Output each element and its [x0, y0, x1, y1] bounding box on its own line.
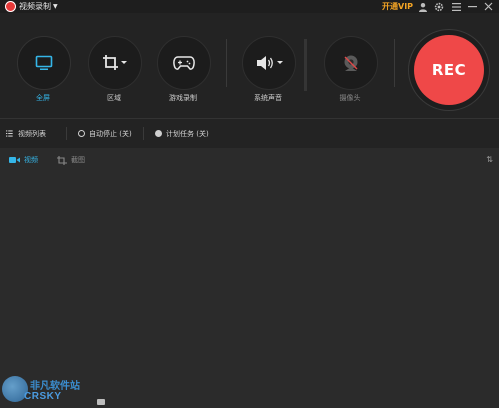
vip-link[interactable]: 开通VIP — [382, 0, 413, 13]
video-icon — [9, 157, 20, 163]
region-button[interactable] — [88, 36, 142, 90]
toolbar-divider — [394, 39, 395, 87]
tab-screenshot-label: 截图 — [71, 156, 85, 164]
watermark-line2: CRSKY — [24, 391, 62, 402]
system-audio-button[interactable] — [242, 36, 296, 90]
user-icon[interactable] — [417, 1, 428, 12]
title-bar: 视频录制 ▼ 开通VIP — [0, 0, 499, 13]
watermark-line1: 非凡软件站 — [30, 381, 80, 392]
rec-button[interactable]: REC — [414, 35, 484, 105]
options-bar: 视频列表 自动停止 (关) 计划任务 (关) — [0, 118, 499, 149]
tab-screenshot[interactable]: 截图 — [57, 155, 85, 165]
monitor-icon — [35, 55, 53, 70]
gamepad-icon — [173, 56, 195, 70]
close-icon[interactable] — [483, 1, 494, 12]
region-label: 区域 — [107, 94, 121, 102]
clock-icon — [77, 130, 85, 138]
mode-dropdown[interactable]: 视频录制 ▼ — [19, 0, 58, 13]
mode-label: 视频录制 — [19, 2, 51, 11]
crop-icon — [103, 55, 127, 70]
options-divider — [66, 127, 67, 140]
tab-video-label: 视频 — [24, 156, 38, 164]
watermark-logo: 非凡软件站 CRSKY — [2, 374, 98, 406]
menu-icon[interactable] — [451, 1, 462, 12]
fullscreen-button[interactable] — [17, 36, 71, 90]
gear-icon[interactable] — [433, 1, 444, 12]
auto-stop-toggle[interactable]: 自动停止 (关) — [77, 119, 132, 148]
schedule-label: 计划任务 (关) — [166, 129, 209, 138]
schedule-toggle[interactable]: 计划任务 (关) — [154, 119, 209, 148]
app-logo — [5, 1, 16, 12]
camera-label: 摄像头 — [339, 94, 361, 102]
chevron-down-icon: ▼ — [53, 3, 58, 10]
system-audio-label: 系统声音 — [254, 94, 282, 102]
game-record-label: 游戏录制 — [169, 94, 197, 102]
video-list-toggle[interactable]: 视频列表 — [6, 119, 46, 148]
toolbar-divider — [226, 39, 227, 87]
speaker-icon — [257, 56, 283, 70]
clock-icon — [154, 130, 162, 138]
toolbar-divider — [304, 39, 307, 91]
minimize-icon[interactable] — [467, 1, 478, 12]
auto-stop-label: 自动停止 (关) — [89, 129, 132, 138]
options-divider — [143, 127, 144, 140]
file-list-area: 视频 截图 ⇅ 非凡软件站 CRSKY — [0, 148, 499, 408]
video-list-label: 视频列表 — [18, 129, 46, 138]
webcam-icon — [344, 55, 358, 71]
game-record-button[interactable] — [157, 36, 211, 90]
camera-button[interactable] — [324, 36, 378, 90]
tab-video[interactable]: 视频 — [9, 155, 38, 165]
crop-icon — [57, 155, 67, 165]
fullscreen-label: 全屏 — [36, 94, 50, 102]
sort-icon[interactable]: ⇅ — [486, 155, 493, 164]
folder-icon[interactable] — [97, 399, 105, 405]
list-icon — [6, 130, 14, 138]
record-toolbar: 全屏 区域 游戏录制 系统声音 摄像头 REC — [0, 13, 499, 118]
